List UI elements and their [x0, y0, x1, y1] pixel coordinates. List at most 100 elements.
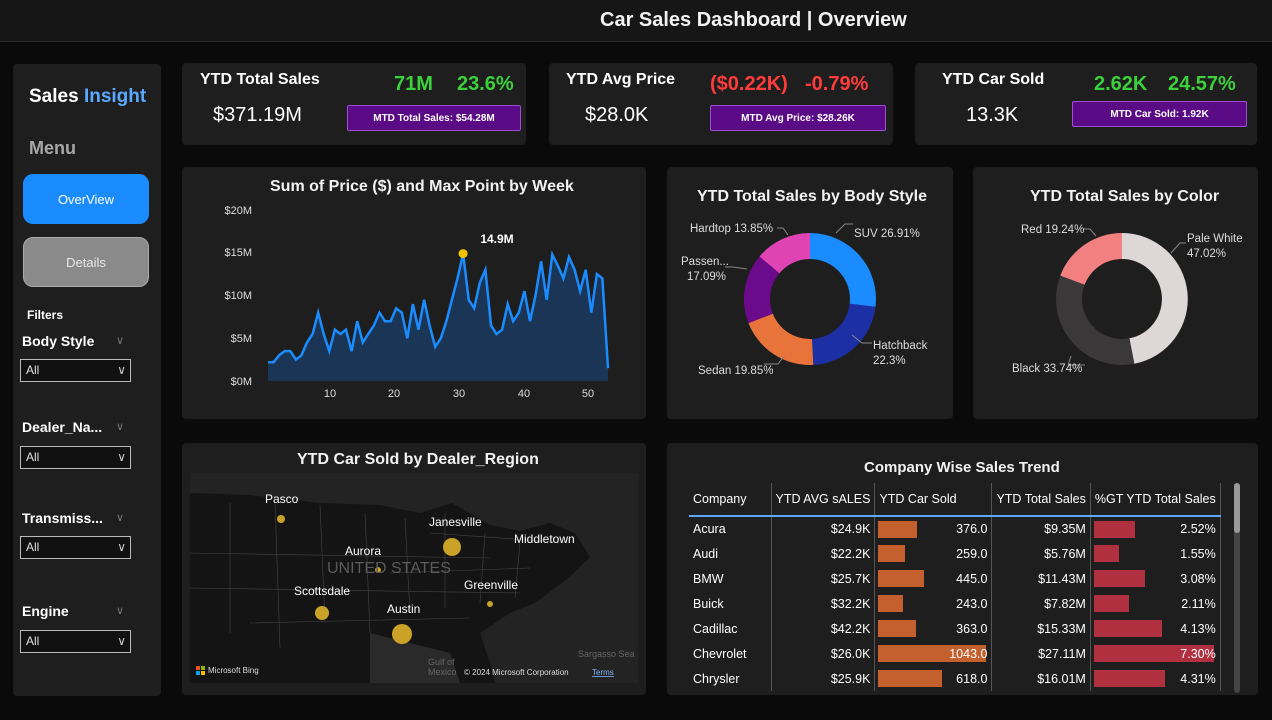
table-row[interactable]: Audi $22.2K 259.0 $5.76M 1.55%: [689, 541, 1221, 566]
pct-total-value: 4.13%: [1180, 621, 1216, 636]
cell-car-sold: 376.0: [874, 516, 993, 541]
slice-label-black: Black 33.74%: [1012, 363, 1082, 375]
cell-car-sold: 618.0: [874, 666, 993, 691]
bing-label: Microsoft Bing: [208, 666, 259, 675]
kpi-card-total-sales: YTD Total Sales $371.19M 71M 23.6% MTD T…: [182, 63, 526, 145]
mtd-badge: MTD Car Sold: 1.92K: [1072, 101, 1247, 127]
city-label-pasco: Pasco: [265, 492, 299, 506]
x-tick-label: 20: [388, 388, 400, 400]
engine-dropdown[interactable]: All ∨: [20, 630, 131, 653]
scrollbar-thumb[interactable]: [1234, 483, 1240, 533]
x-tick-label: 30: [453, 388, 465, 400]
details-button[interactable]: Details: [23, 237, 149, 287]
terms-link[interactable]: Terms: [592, 668, 614, 677]
slice-label-suv: SUV 26.91%: [854, 228, 920, 240]
bubble-scottsdale[interactable]: [315, 606, 329, 620]
cell-company: BMW: [689, 566, 772, 591]
cell-car-sold: 243.0: [874, 591, 993, 616]
kpi-value: 13.3K: [966, 104, 1019, 126]
chevron-down-icon[interactable]: ∨: [116, 511, 124, 524]
weekly-chart-panel: Sum of Price ($) and Max Point by Week $…: [182, 167, 646, 419]
body-style-dropdown[interactable]: All ∨: [20, 359, 131, 382]
menu-heading: Menu: [29, 138, 76, 158]
chevron-down-icon[interactable]: ∨: [116, 420, 124, 433]
table-row[interactable]: Chevrolet $26.0K 1043.0 $27.11M 7.30%: [689, 641, 1221, 666]
body-style-chart-panel: YTD Total Sales by Body Style SUV 26.91%…: [667, 167, 953, 419]
dealer-region-map[interactable]: Pasco Janesville Middletown Aurora Green…: [190, 473, 638, 683]
bubble-greenville[interactable]: [487, 601, 493, 607]
column-header-pct-total[interactable]: %GT YTD Total Sales: [1090, 483, 1221, 517]
cell-car-sold: 1043.0: [874, 641, 993, 666]
max-point-marker[interactable]: [458, 249, 468, 259]
table-row[interactable]: Buick $32.2K 243.0 $7.82M 2.11%: [689, 591, 1221, 616]
slice-label-pale-white: Pale White: [1187, 233, 1243, 245]
body-style-value: All: [26, 363, 40, 377]
donut-slice-pale-white[interactable]: [1122, 233, 1188, 364]
max-point-label: 14.9M: [480, 232, 513, 246]
scrollbar-track[interactable]: [1234, 483, 1240, 693]
transmission-dropdown[interactable]: All ∨: [20, 536, 131, 559]
cell-avg-sales: $25.9K: [771, 666, 876, 691]
x-tick-label: 40: [518, 388, 530, 400]
slice-label-pale-white-pct: 47.02%: [1187, 248, 1226, 260]
water-label-sargasso: Sargasso Sea: [578, 649, 635, 659]
map-panel: YTD Car Sold by Dealer_Region Pasco Jane…: [182, 443, 646, 695]
chevron-down-icon[interactable]: ∨: [116, 604, 124, 617]
kpi-pct: 24.57%: [1168, 73, 1236, 95]
engine-value: All: [26, 634, 40, 648]
pct-total-value: 2.11%: [1181, 596, 1216, 611]
leader-line: [777, 227, 789, 236]
table-row[interactable]: BMW $25.7K 445.0 $11.43M 3.08%: [689, 566, 1221, 591]
chart-title: YTD Car Sold by Dealer_Region: [297, 451, 539, 468]
car-sold-value: 376.0: [956, 522, 988, 536]
city-label-austin: Austin: [387, 602, 420, 616]
country-label: UNITED STATES: [327, 560, 451, 577]
slice-label-passenger: Passen...: [681, 256, 729, 268]
chevron-down-icon: ∨: [117, 450, 126, 464]
bubble-pasco[interactable]: [277, 515, 285, 523]
dealer-name-dropdown[interactable]: All ∨: [20, 446, 131, 469]
slice-label-passenger-pct: 17.09%: [687, 271, 726, 283]
color-donut: Pale White 47.02% Black 33.74% Red 19.24…: [1012, 224, 1243, 375]
chevron-down-icon: ∨: [117, 540, 126, 554]
chevron-down-icon[interactable]: ∨: [116, 334, 124, 347]
donut-slice-black[interactable]: [1056, 275, 1135, 365]
cell-company: Acura: [689, 516, 772, 541]
table-row[interactable]: Acura $24.9K 376.0 $9.35M 2.52%: [689, 516, 1221, 541]
donut-slice-sedan[interactable]: [748, 313, 814, 365]
sidebar: Sales Insight Menu OverView Details Filt…: [13, 64, 161, 696]
cell-total-sales: $5.76M: [991, 541, 1091, 566]
brand-sales: Sales: [29, 86, 79, 107]
kpi-value: $371.19M: [213, 104, 302, 126]
x-tick-label: 10: [324, 388, 336, 400]
column-header-total-sales[interactable]: YTD Total Sales: [991, 483, 1091, 517]
cell-car-sold: 445.0: [874, 566, 993, 591]
car-sold-value: 363.0: [956, 621, 988, 636]
mtd-badge: MTD Avg Price: $28.26K: [710, 105, 886, 131]
bubble-janesville[interactable]: [443, 538, 461, 556]
cell-pct-total: 3.08%: [1090, 566, 1221, 591]
donut-slice-red[interactable]: [1060, 233, 1122, 285]
leader-line: [1170, 242, 1186, 254]
overview-button[interactable]: OverView: [23, 174, 149, 224]
leader-line: [835, 223, 853, 234]
donut-slice-suv[interactable]: [810, 233, 876, 307]
table-row[interactable]: Cadillac $42.2K 363.0 $15.33M 4.13%: [689, 616, 1221, 641]
slice-label-hardtop: Hardtop 13.85%: [690, 223, 773, 235]
cell-company: Buick: [689, 591, 772, 616]
slice-label-red: Red 19.24%: [1021, 224, 1084, 236]
company-table-panel: Company Wise Sales Trend Company YTD AVG…: [667, 443, 1258, 695]
kpi-label: YTD Car Sold: [942, 71, 1045, 88]
y-tick-label: $20M: [224, 205, 252, 217]
bubble-austin[interactable]: [392, 624, 412, 644]
city-label-janesville: Janesville: [429, 515, 482, 529]
car-sold-value: 445.0: [956, 571, 988, 586]
column-header-company[interactable]: Company: [689, 483, 772, 517]
donut-slice-hatchback[interactable]: [812, 303, 876, 365]
column-header-avg-sales[interactable]: YTD AVG sALES: [771, 483, 876, 517]
table-row[interactable]: Chrysler $25.9K 618.0 $16.01M 4.31%: [689, 666, 1221, 691]
column-header-car-sold[interactable]: YTD Car Sold: [874, 483, 993, 517]
cell-pct-total: 1.55%: [1090, 541, 1221, 566]
table-header-row: Company YTD AVG sALES YTD Car Sold YTD T…: [689, 483, 1221, 517]
cell-total-sales: $9.35M: [991, 516, 1091, 541]
